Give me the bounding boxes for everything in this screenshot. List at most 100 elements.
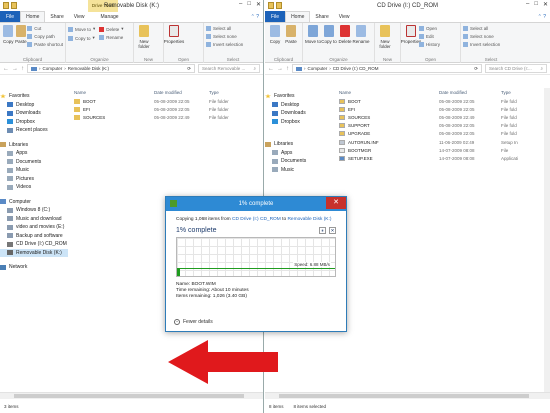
file-row[interactable]: SOURCES 05-08-2009 22:49 File folder [72, 113, 263, 121]
file-row[interactable]: EFI 05-08-2009 22:05 File folder [72, 105, 263, 113]
address-bar[interactable]: › Computer › CD Drive (I:) CD_ROM ⟳ [292, 64, 482, 73]
invert-selection-button[interactable]: Invert selection [463, 42, 500, 47]
nav-libraries[interactable]: Libraries [0, 141, 68, 150]
move-to-button[interactable]: Move to ▾ [68, 26, 95, 32]
file-row[interactable]: BOOTMGR 14-07-2009 08:08 File [337, 146, 550, 154]
cut-button[interactable]: Cut [27, 26, 63, 31]
paste-shortcut-button[interactable]: Paste shortcut [27, 42, 63, 47]
nav-favorites[interactable]: Favorites [0, 92, 68, 101]
select-all-button[interactable]: Select all [463, 26, 500, 31]
nav-item-downloads[interactable]: Downloads [0, 109, 68, 118]
close-button[interactable]: ✕ [543, 1, 548, 8]
cancel-copy-button[interactable]: ✕ [329, 227, 336, 234]
forward-arrow-icon[interactable]: → [12, 66, 18, 72]
file-row[interactable]: UPGRADE 05-08-2009 22:05 File fold [337, 130, 550, 138]
scroll-thumb[interactable] [279, 394, 529, 398]
tab-home[interactable]: Home [20, 11, 46, 22]
column-name[interactable]: Name [337, 90, 437, 95]
pause-button[interactable]: ⏸ [319, 227, 326, 234]
maximize-button[interactable]: □ [534, 1, 538, 8]
file-row[interactable]: AUTORUN.INF 11-06-2009 02:49 Setup In [337, 138, 550, 146]
tab-home[interactable]: Home [285, 11, 311, 22]
nav-item-dropbox[interactable]: Dropbox [265, 118, 327, 127]
file-row[interactable]: SUPPORT 05-08-2009 22:05 File fold [337, 122, 550, 130]
nav-item-documents[interactable]: Documents [265, 157, 327, 166]
column-date-modified[interactable]: Date modified [437, 90, 499, 95]
column-type[interactable]: Type [499, 90, 529, 95]
nav-item-cd-drive[interactable]: CD Drive (I:) CD_ROM [0, 240, 68, 249]
back-arrow-icon[interactable]: ← [3, 66, 9, 72]
nav-favorites[interactable]: Favorites [265, 92, 327, 101]
column-date-modified[interactable]: Date modified [152, 90, 207, 95]
nav-item-downloads[interactable]: Downloads [265, 109, 327, 118]
scroll-thumb[interactable] [14, 394, 244, 398]
forward-arrow-icon[interactable]: → [277, 66, 283, 72]
file-row[interactable]: EFI 05-08-2009 22:05 File fold [337, 105, 550, 113]
vertical-scrollbar[interactable] [544, 88, 550, 392]
tab-view[interactable]: View [334, 12, 355, 22]
tab-share[interactable]: Share [45, 12, 68, 22]
destination-link[interactable]: Removable Disk (K:) [287, 217, 331, 222]
back-arrow-icon[interactable]: ← [268, 66, 274, 72]
horizontal-scrollbar[interactable] [0, 392, 263, 399]
nav-libraries[interactable]: Libraries [265, 140, 327, 149]
delete-button[interactable]: Delete ▾ [99, 26, 124, 32]
file-row[interactable]: SOURCES 05-08-2009 22:49 File fold [337, 113, 550, 121]
nav-computer[interactable]: Computer [0, 198, 68, 207]
nav-item-drive-c[interactable]: Windows 8 (C:) [0, 206, 68, 215]
select-none-button[interactable]: Select none [206, 34, 243, 39]
open-button[interactable]: Open [419, 26, 440, 31]
up-arrow-icon[interactable]: ↑ [286, 66, 289, 72]
refresh-icon[interactable]: ⟳ [474, 66, 478, 72]
fewer-details-button[interactable]: ⌃ Fewer details [174, 319, 213, 325]
column-name[interactable]: Name [72, 90, 152, 95]
file-row[interactable]: BOOT 05-08-2009 22:05 File fold [337, 97, 550, 105]
select-none-button[interactable]: Select none [463, 34, 500, 39]
invert-selection-button[interactable]: Invert selection [206, 42, 243, 47]
tab-share[interactable]: Share [310, 12, 333, 22]
help-icon[interactable]: ⌃ ? [538, 14, 546, 20]
edit-button[interactable]: Edit [419, 34, 440, 39]
nav-item-drive-music[interactable]: Music and download [0, 215, 68, 224]
minimize-button[interactable]: – [526, 1, 529, 8]
nav-item-desktop[interactable]: Desktop [0, 101, 68, 110]
rename-button[interactable]: Rename [99, 35, 123, 40]
nav-item-music[interactable]: Music [0, 166, 68, 175]
nav-item-documents[interactable]: Documents [0, 158, 68, 167]
tab-file[interactable]: File [0, 11, 21, 22]
tab-file[interactable]: File [265, 11, 286, 22]
nav-item-drive-e[interactable]: video and movies (E:) [0, 223, 68, 232]
nav-item-music[interactable]: Music [265, 166, 327, 175]
search-input[interactable]: Search Removable ... ⌕ [198, 64, 260, 73]
nav-item-drive-backup[interactable]: Backup and software [0, 232, 68, 241]
nav-item-desktop[interactable]: Desktop [265, 101, 327, 110]
minimize-button[interactable]: – [239, 1, 242, 8]
search-input[interactable]: Search CD Drive (I:... ⌕ [485, 64, 547, 73]
help-icon[interactable]: ⌃ ? [251, 14, 259, 20]
close-button[interactable]: ✕ [256, 1, 261, 8]
copy-to-button[interactable]: Copy to ▾ [68, 35, 95, 41]
nav-item-apps[interactable]: Apps [265, 149, 327, 158]
tab-view[interactable]: View [69, 12, 90, 22]
nav-item-dropbox[interactable]: Dropbox [0, 118, 68, 127]
file-row[interactable]: BOOT 05-08-2009 22:05 File folder [72, 97, 263, 105]
up-arrow-icon[interactable]: ↑ [21, 66, 24, 72]
file-row[interactable]: SETUP.EXE 14-07-2009 08:08 Applicati [337, 154, 550, 162]
nav-item-pictures[interactable]: Pictures [0, 175, 68, 184]
maximize-button[interactable]: □ [247, 1, 251, 8]
nav-item-apps[interactable]: Apps [0, 149, 68, 158]
select-all-button[interactable]: Select all [206, 26, 243, 31]
history-button[interactable]: History [419, 42, 440, 47]
nav-item-removable-disk[interactable]: Removable Disk (K:) [0, 248, 68, 257]
nav-item-recent[interactable]: Recent places [0, 126, 68, 135]
dialog-close-button[interactable]: ✕ [326, 197, 346, 209]
horizontal-scrollbar[interactable] [265, 392, 550, 399]
refresh-icon[interactable]: ⟳ [187, 66, 191, 72]
nav-item-videos[interactable]: Videos [0, 183, 68, 192]
copy-path-button[interactable]: Copy path [27, 34, 63, 39]
tab-manage[interactable]: Manage [96, 12, 124, 22]
nav-network[interactable]: Network [0, 263, 68, 272]
column-type[interactable]: Type [207, 90, 247, 95]
address-bar[interactable]: › Computer › Removable Disk (K:) ⟳ [27, 64, 195, 73]
source-link[interactable]: CD Drive (I:) CD_ROM [232, 217, 281, 222]
